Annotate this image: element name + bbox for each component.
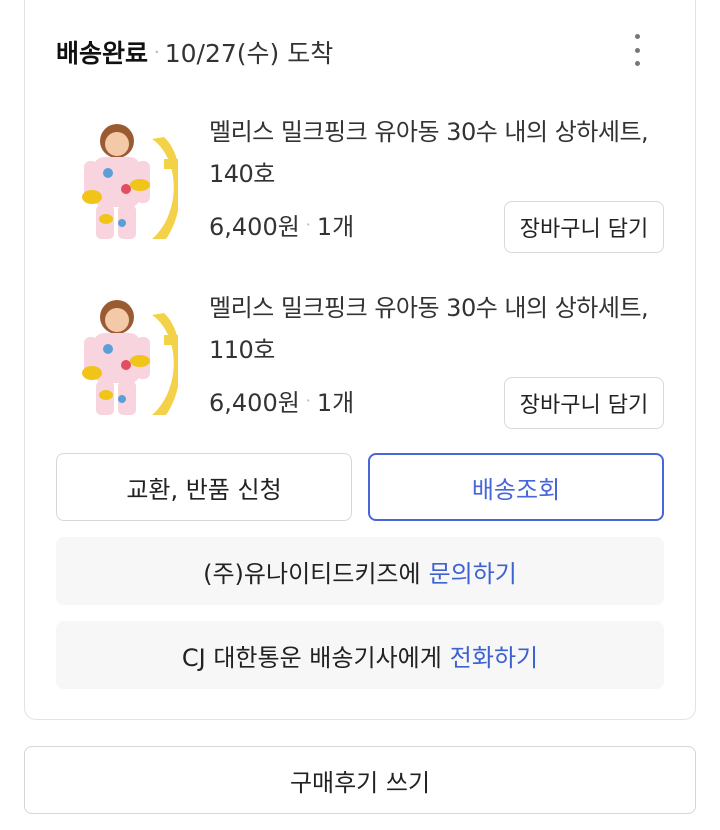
product-image-icon (82, 300, 178, 415)
track-delivery-button[interactable]: 배송조회 (368, 453, 664, 521)
dot (634, 34, 640, 39)
product-price: 6,400원 (209, 389, 300, 417)
more-options-icon[interactable] (622, 30, 652, 70)
add-to-cart-button[interactable]: 장바구니 담기 (504, 201, 664, 253)
courier-call-text: CJ 대한통운 배송기사에게 (181, 643, 442, 672)
separator-dot: · (154, 41, 160, 63)
order-item: 멜리스 밀크핑크 유아동 30수 내의 상하세트, 110호 6,400원 · … (56, 294, 664, 429)
product-price: 6,400원 (209, 213, 300, 241)
arrival-date: 10/27(수) 도착 (164, 39, 334, 68)
write-review-button[interactable]: 구매후기 쓰기 (24, 746, 696, 814)
product-name[interactable]: 멜리스 밀크핑크 유아동 30수 내의 상하세트, 110호 (209, 287, 669, 371)
courier-call-link[interactable]: 전화하기 (450, 638, 538, 673)
product-quantity: 1개 (316, 213, 355, 241)
seller-inquiry-bar: (주)유나이티드키즈에 문의하기 (56, 537, 664, 605)
product-thumbnail[interactable] (56, 295, 178, 417)
price-row: 6,400원 · 1개 (209, 207, 354, 242)
separator-dot: · (305, 391, 311, 410)
order-item: 멜리스 밀크핑크 유아동 30수 내의 상하세트, 140호 6,400원 · … (56, 118, 664, 253)
add-to-cart-button[interactable]: 장바구니 담기 (504, 377, 664, 429)
price-row: 6,400원 · 1개 (209, 383, 354, 418)
seller-inquiry-link[interactable]: 문의하기 (429, 554, 517, 589)
delivery-status: 배송완료 (56, 39, 149, 68)
dot (634, 47, 640, 53)
courier-call-bar: CJ 대한통운 배송기사에게 전화하기 (56, 621, 664, 689)
dot (634, 61, 640, 66)
product-image-icon (82, 124, 178, 239)
product-quantity: 1개 (316, 389, 355, 417)
delivery-header: 배송완료 · 10/27(수) 도착 (56, 30, 616, 74)
exchange-return-button[interactable]: 교환, 반품 신청 (56, 453, 352, 521)
product-name[interactable]: 멜리스 밀크핑크 유아동 30수 내의 상하세트, 140호 (209, 111, 669, 195)
seller-inquiry-text: (주)유나이티드키즈에 (203, 559, 421, 588)
product-thumbnail[interactable] (56, 119, 178, 241)
separator-dot: · (305, 215, 311, 234)
